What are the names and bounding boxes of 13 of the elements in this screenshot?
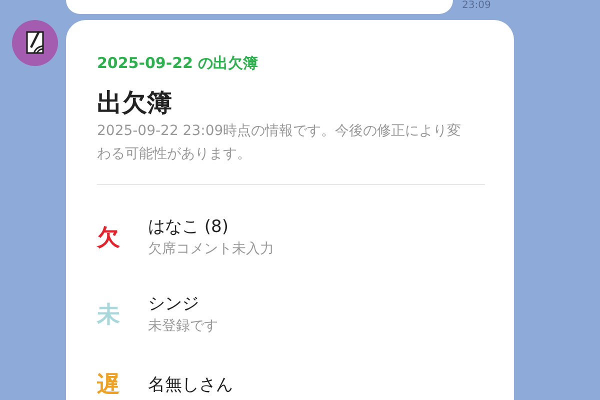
member-name: 名無しさん: [148, 374, 233, 396]
member-detail: 欠席コメント未入力: [148, 240, 274, 259]
card-subtitle: 2025-09-22 の出欠簿: [97, 53, 260, 73]
status-mark: 遅: [97, 371, 121, 400]
avatar-icon: [12, 20, 58, 66]
card-note: 2025-09-22 23:09時点の情報です。今後の修正により変わる可能性があります。: [97, 122, 462, 164]
message-time: 23:09: [462, 0, 491, 12]
status-mark: 未: [97, 300, 121, 330]
card-title: 出欠簿: [97, 88, 173, 118]
member-detail: 未登録です: [148, 317, 218, 336]
status-mark: 欠: [97, 224, 121, 252]
member-name: シンジ: [148, 293, 200, 316]
member-name: はなこ (8): [148, 216, 230, 239]
